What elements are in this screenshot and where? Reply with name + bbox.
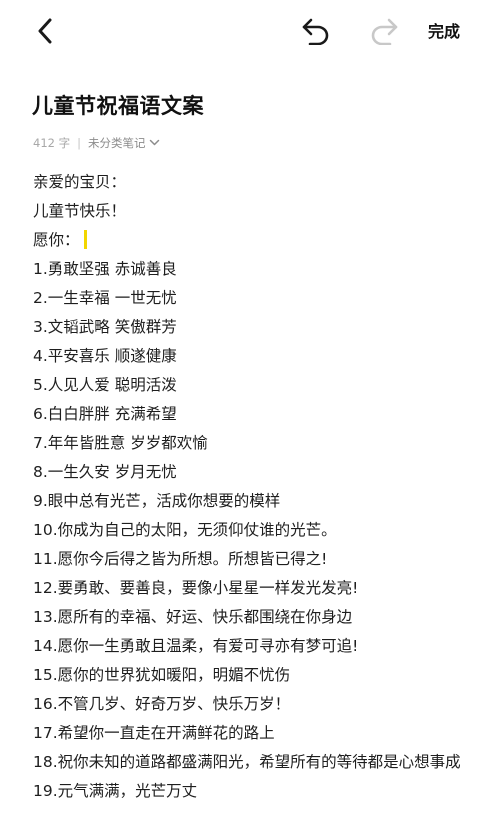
folder-selector[interactable]: 未分类笔记 — [88, 135, 161, 151]
note-line: 15.愿你的世界犹如暖阳，明媚不忧伤 — [33, 666, 291, 684]
note-line: 13.愿所有的幸福、好运、快乐都围绕在你身边 — [33, 608, 353, 626]
meta-separator: | — [77, 136, 81, 150]
note-line: 5.人见人爱 聪明活泼 — [33, 376, 177, 394]
note-line: 12.要勇敢、要善良，要像小星星一样发光发亮! — [33, 579, 359, 597]
note-line: 18.祝你未知的道路都盛满阳光，希望所有的等待都是心想事成 — [33, 753, 461, 771]
note-line: 17.希望你一直走在开满鲜花的路上 — [33, 724, 275, 742]
chevron-down-icon — [149, 139, 160, 147]
note-line: 1.勇敢坚强 赤诚善良 — [33, 260, 177, 278]
note-line: 7.年年皆胜意 岁岁都欢愉 — [33, 434, 208, 452]
text-cursor — [83, 230, 87, 249]
top-toolbar: 完成 — [0, 0, 500, 64]
note-meta: 412 字 | 未分类笔记 — [33, 134, 160, 152]
word-count: 412 字 — [33, 136, 71, 150]
note-line: 8.一生久安 岁月无忧 — [33, 463, 177, 481]
redo-button[interactable] — [366, 14, 402, 48]
note-line: 16.不管几岁、好奇万岁、快乐万岁！ — [33, 695, 291, 713]
done-button[interactable]: 完成 — [428, 18, 460, 46]
note-line: 10.你成为自己的太阳，无须仰仗谁的光芒。 — [33, 521, 337, 539]
folder-label: 未分类笔记 — [87, 136, 146, 150]
chevron-left-icon — [38, 18, 52, 44]
note-line: 6.白白胖胖 充满希望 — [33, 405, 177, 423]
note-line: 4.平安喜乐 顺遂健康 — [33, 347, 177, 365]
undo-icon — [302, 18, 329, 45]
back-button[interactable] — [30, 14, 60, 48]
note-line: 19.元气满满，光芒万丈 — [33, 782, 198, 800]
note-line: 亲爱的宝贝： — [33, 173, 127, 191]
note-line: 3.文韬武略 笑傲群芳 — [33, 318, 177, 336]
note-line: 愿你： — [33, 231, 80, 249]
note-line: 儿童节快乐！ — [33, 202, 127, 220]
note-line: 14.愿你一生勇敢且温柔，有爱可寻亦有梦可追! — [33, 637, 359, 655]
note-body-editor[interactable]: 亲爱的宝贝： 儿童节快乐！ 愿你： 1.勇敢坚强 赤诚善良 2.一生幸福 一世无… — [33, 168, 483, 806]
note-line: 2.一生幸福 一世无忧 — [33, 289, 177, 307]
redo-icon — [371, 18, 398, 45]
note-title[interactable]: 儿童节祝福语文案 — [32, 90, 204, 120]
undo-button[interactable] — [298, 14, 334, 48]
note-line-with-cursor: 愿你： — [33, 226, 483, 255]
note-line: 9.眼中总有光芒，活成你想要的模样 — [33, 492, 281, 510]
note-line: 11.愿你今后得之皆为所想。所想皆已得之! — [33, 550, 328, 568]
